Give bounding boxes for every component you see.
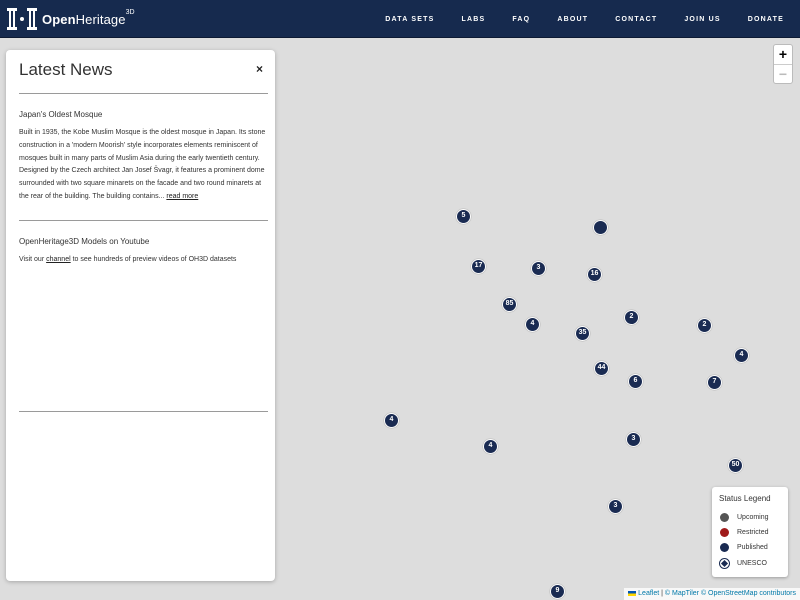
site-marker[interactable]	[593, 220, 608, 235]
cluster-marker[interactable]: 35	[575, 326, 590, 341]
close-icon[interactable]: ×	[256, 62, 263, 76]
cluster-marker[interactable]: 6	[628, 374, 643, 389]
map-attribution: Leaflet | © MapTiler © OpenStreetMap con…	[624, 588, 800, 600]
article-title: Japan's Oldest Mosque	[19, 110, 103, 119]
legend-item-upcoming: Upcoming	[720, 513, 769, 522]
read-more-link[interactable]: read more	[166, 193, 198, 200]
unesco-diamond-icon	[719, 558, 730, 569]
legend-item-published: Published	[720, 543, 768, 552]
cluster-marker[interactable]: 3	[626, 432, 641, 447]
article-body: Built in 1935, the Kobe Muslim Mosque is…	[19, 129, 266, 200]
cluster-marker[interactable]: 9	[550, 584, 565, 599]
cluster-marker[interactable]: 5	[456, 209, 471, 224]
cluster-marker[interactable]: 4	[734, 348, 749, 363]
divider	[19, 220, 268, 221]
cluster-marker[interactable]: 4	[384, 413, 399, 428]
cluster-marker[interactable]: 4	[525, 317, 540, 332]
cluster-marker[interactable]: 2	[697, 318, 712, 333]
leaflet-link[interactable]: Leaflet	[638, 590, 659, 597]
published-dot-icon	[720, 543, 729, 552]
zoom-in-button[interactable]: +	[774, 45, 792, 64]
cluster-marker[interactable]: 3	[608, 499, 623, 514]
osm-link[interactable]: © OpenStreetMap contributors	[701, 590, 796, 597]
cluster-marker[interactable]: 16	[587, 267, 602, 282]
zoom-out-button[interactable]: −	[774, 64, 792, 83]
cluster-marker[interactable]: 3	[531, 261, 546, 276]
article-title: OpenHeritage3D Models on Youtube	[19, 237, 150, 246]
legend-title: Status Legend	[719, 494, 771, 503]
divider	[19, 93, 268, 94]
cluster-marker[interactable]: 17	[471, 259, 486, 274]
legend-item-unesco: UNESCO	[719, 558, 767, 569]
zoom-control: + −	[773, 44, 793, 84]
cluster-marker[interactable]: 85	[502, 297, 517, 312]
cluster-marker[interactable]: 7	[707, 375, 722, 390]
legend-item-restricted: Restricted	[720, 528, 769, 537]
status-legend: Status Legend Upcoming Restricted Publis…	[712, 487, 788, 577]
cluster-marker[interactable]: 50	[728, 458, 743, 473]
news-article: Japan's Oldest Mosque Built in 1935, the…	[19, 110, 269, 204]
channel-link[interactable]: channel	[46, 256, 71, 263]
article-body: Visit our channel to see hundreds of pre…	[19, 256, 237, 263]
upcoming-dot-icon	[720, 513, 729, 522]
divider	[19, 411, 268, 412]
latest-news-panel: Latest News × Japan's Oldest Mosque Buil…	[6, 50, 275, 581]
cluster-marker[interactable]: 2	[624, 310, 639, 325]
cluster-marker[interactable]: 44	[594, 361, 609, 376]
maptiler-link[interactable]: © MapTiler	[665, 590, 699, 597]
ukraine-flag-icon	[628, 590, 637, 596]
news-panel-title: Latest News	[19, 60, 113, 79]
restricted-dot-icon	[720, 528, 729, 537]
cluster-marker[interactable]: 4	[483, 439, 498, 454]
news-article: OpenHeritage3D Models on Youtube Visit o…	[19, 237, 269, 267]
